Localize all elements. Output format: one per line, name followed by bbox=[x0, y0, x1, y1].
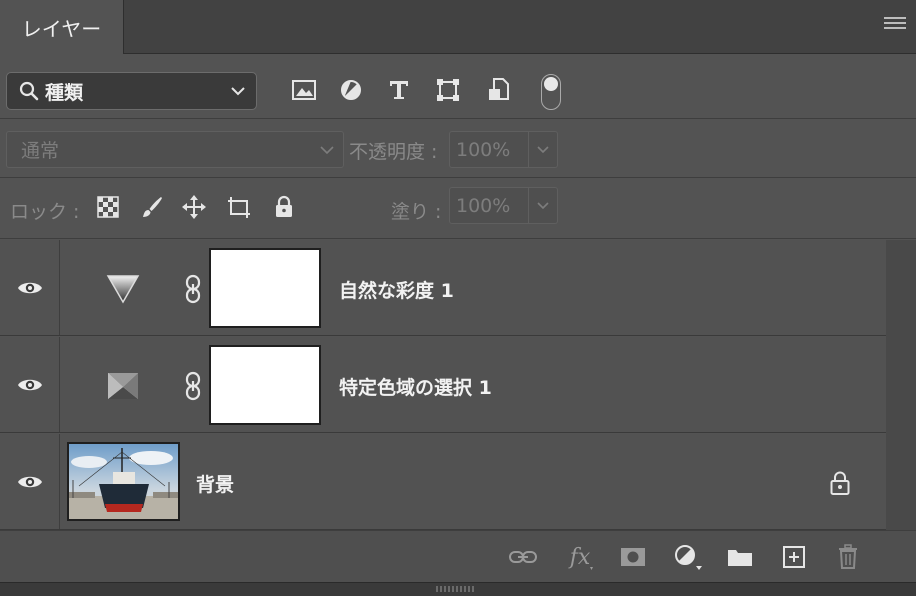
visibility-toggle[interactable] bbox=[0, 434, 60, 529]
lock-artboard-icon[interactable] bbox=[226, 194, 252, 220]
opacity-label: 不透明度 : bbox=[349, 141, 438, 163]
fill-label: 塗り : bbox=[391, 201, 442, 223]
lock-position-icon[interactable] bbox=[181, 194, 207, 220]
resize-grip[interactable] bbox=[436, 586, 476, 592]
layers-scrollbar[interactable] bbox=[886, 240, 916, 530]
layer-row[interactable]: 背景 bbox=[0, 434, 886, 530]
toggle-knob bbox=[544, 77, 558, 91]
filter-kind-select[interactable]: 種類 bbox=[6, 72, 257, 110]
layer-row[interactable]: 特定色域の選択 1 bbox=[0, 337, 886, 433]
lock-all-icon[interactable] bbox=[271, 194, 297, 220]
fill-dropdown-button[interactable] bbox=[529, 187, 558, 224]
lock-image-pixels-icon[interactable] bbox=[139, 194, 165, 220]
opacity-dropdown-button[interactable] bbox=[529, 131, 558, 168]
panel-tab-bar: レイヤー bbox=[0, 0, 916, 54]
new-adjustment-icon[interactable] bbox=[672, 543, 702, 571]
layer-mask-thumbnail[interactable] bbox=[209, 248, 321, 328]
opacity-field[interactable]: 100% bbox=[449, 131, 529, 168]
fx-icon[interactable]: fx ▾ bbox=[563, 543, 597, 573]
tab-layers-label: レイヤー bbox=[21, 16, 102, 41]
lock-transparent-pixels-icon[interactable] bbox=[95, 194, 121, 220]
image-filter-icon[interactable] bbox=[290, 76, 318, 104]
vibrance-icon bbox=[106, 275, 140, 304]
blend-mode-select[interactable]: 通常 bbox=[6, 131, 344, 168]
lock-row: ロック : 塗り : 100% bbox=[0, 179, 916, 239]
blend-mode-value: 通常 bbox=[21, 140, 60, 162]
chevron-down-icon bbox=[537, 145, 549, 153]
chevron-down-icon bbox=[320, 146, 334, 155]
shape-filter-icon[interactable] bbox=[434, 76, 462, 104]
new-group-icon[interactable] bbox=[725, 543, 755, 571]
lock-icon bbox=[830, 471, 850, 495]
layers-bottom-toolbar: fx ▾ bbox=[0, 530, 916, 582]
fill-field[interactable]: 100% bbox=[449, 187, 529, 224]
chain-link-icon[interactable] bbox=[184, 371, 202, 401]
visibility-toggle[interactable] bbox=[0, 337, 60, 432]
filter-toggle[interactable] bbox=[541, 74, 561, 110]
layer-thumbnail[interactable] bbox=[67, 442, 180, 521]
link-layers-icon[interactable] bbox=[508, 543, 538, 571]
layer-mask-thumbnail[interactable] bbox=[209, 345, 321, 425]
eye-icon bbox=[17, 282, 42, 293]
visibility-toggle[interactable] bbox=[0, 240, 60, 335]
layer-name[interactable]: 背景 bbox=[196, 470, 234, 497]
smart-object-filter-icon[interactable] bbox=[484, 76, 512, 104]
chevron-down-icon bbox=[231, 87, 245, 96]
chain-link-icon[interactable] bbox=[184, 274, 202, 304]
search-icon bbox=[19, 81, 39, 101]
tab-layers[interactable]: レイヤー bbox=[0, 0, 124, 54]
chevron-down-icon bbox=[537, 201, 549, 209]
fx-label: fx bbox=[569, 544, 591, 570]
new-layer-icon[interactable] bbox=[779, 543, 809, 571]
hamburger-menu-icon[interactable] bbox=[884, 17, 906, 35]
add-mask-icon[interactable] bbox=[618, 543, 648, 571]
adjustment-filter-icon[interactable] bbox=[337, 76, 365, 104]
layer-row[interactable]: 自然な彩度 1 bbox=[0, 240, 886, 336]
selective-color-icon bbox=[108, 373, 138, 399]
fill-value: 100% bbox=[456, 194, 511, 217]
delete-icon[interactable] bbox=[833, 543, 863, 571]
opacity-value: 100% bbox=[456, 138, 511, 161]
panel-resize-bar[interactable] bbox=[0, 582, 916, 596]
eye-icon bbox=[17, 379, 42, 390]
layer-name[interactable]: 自然な彩度 1 bbox=[339, 276, 454, 303]
eye-icon bbox=[17, 476, 42, 487]
lock-label: ロック : bbox=[10, 201, 80, 223]
filter-kind-label: 種類 bbox=[45, 81, 84, 104]
filter-row: 種類 bbox=[0, 55, 916, 119]
layer-name[interactable]: 特定色域の選択 1 bbox=[339, 373, 492, 400]
blend-row: 通常 不透明度 : 100% bbox=[0, 120, 916, 178]
fx-dropdown-indicator: ▾ bbox=[590, 565, 594, 572]
ship-photo-thumbnail bbox=[69, 444, 178, 519]
type-filter-icon[interactable] bbox=[385, 76, 413, 104]
layers-list: 自然な彩度 1 特定色域の選択 1 背景 bbox=[0, 240, 886, 530]
